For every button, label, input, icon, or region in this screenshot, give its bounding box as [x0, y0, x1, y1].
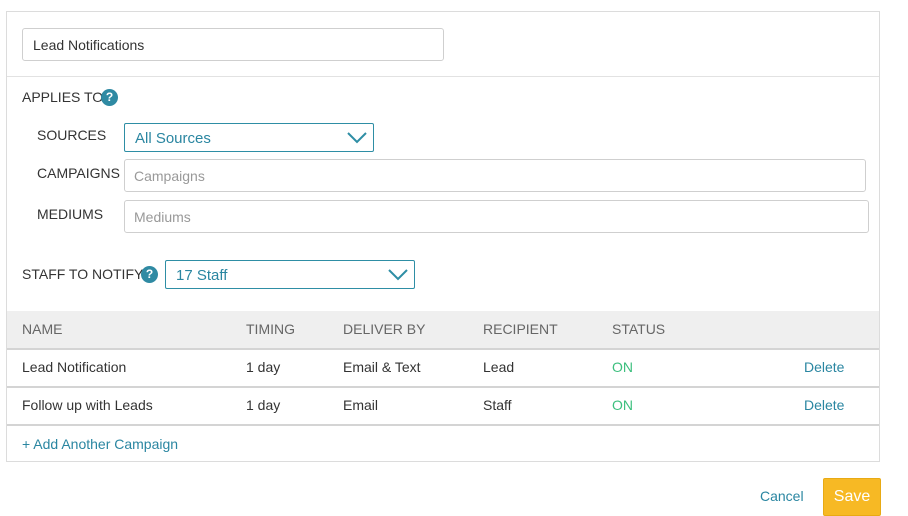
- campaign-recipient: Lead: [483, 359, 515, 375]
- campaign-name: Follow up with Leads: [22, 397, 153, 413]
- campaigns-input[interactable]: [124, 159, 866, 192]
- campaign-recipient: Staff: [483, 397, 512, 413]
- column-header-name: NAME: [22, 321, 63, 337]
- staff-select[interactable]: 17 Staff: [165, 260, 415, 289]
- campaign-deliver-by: Email: [343, 397, 379, 413]
- staff-select-value: 17 Staff: [176, 267, 228, 284]
- staff-to-notify-label: STAFF TO NOTIFY: [22, 266, 144, 282]
- save-button[interactable]: Save: [823, 478, 881, 516]
- campaign-timing: 1 day: [246, 397, 281, 413]
- question-circle-icon[interactable]: ?: [141, 266, 158, 283]
- table-row: Follow up with Leads 1 day Email Staff O…: [7, 386, 879, 424]
- delete-link[interactable]: Delete: [804, 359, 844, 375]
- campaign-deliver-by: Email & Text: [343, 359, 421, 375]
- chevron-down-icon: [347, 132, 367, 144]
- row-divider: [7, 386, 879, 388]
- row-divider: [7, 424, 879, 426]
- mediums-label: MEDIUMS: [37, 206, 104, 222]
- status-toggle[interactable]: ON: [612, 359, 633, 375]
- table-header: NAME TIMING DELIVER BY RECIPIENT STATUS: [7, 311, 879, 348]
- delete-link[interactable]: Delete: [804, 397, 844, 413]
- notification-panel: APPLIES TO ? SOURCES All Sources CAMPAIG…: [6, 11, 880, 462]
- cancel-button[interactable]: Cancel: [760, 488, 804, 504]
- applies-to-label: APPLIES TO: [22, 89, 104, 105]
- column-header-recipient: RECIPIENT: [483, 321, 558, 337]
- divider: [7, 76, 879, 77]
- mediums-input[interactable]: [124, 200, 869, 233]
- sources-select[interactable]: All Sources: [124, 123, 374, 152]
- campaign-name: Lead Notification: [22, 359, 127, 375]
- table-row: Lead Notification 1 day Email & Text Lea…: [7, 348, 879, 386]
- status-toggle[interactable]: ON: [612, 397, 633, 413]
- notification-name-input[interactable]: [22, 28, 444, 61]
- row-divider: [7, 348, 879, 350]
- campaigns-label: CAMPAIGNS: [37, 165, 120, 181]
- add-another-campaign-link[interactable]: + Add Another Campaign: [22, 436, 178, 452]
- column-header-status: STATUS: [612, 321, 666, 337]
- sources-label: SOURCES: [37, 127, 107, 143]
- sources-select-value: All Sources: [135, 130, 211, 147]
- column-header-timing: TIMING: [246, 321, 295, 337]
- campaign-timing: 1 day: [246, 359, 281, 375]
- column-header-deliver-by: DELIVER BY: [343, 321, 426, 337]
- chevron-down-icon: [388, 269, 408, 281]
- question-circle-icon[interactable]: ?: [101, 89, 118, 106]
